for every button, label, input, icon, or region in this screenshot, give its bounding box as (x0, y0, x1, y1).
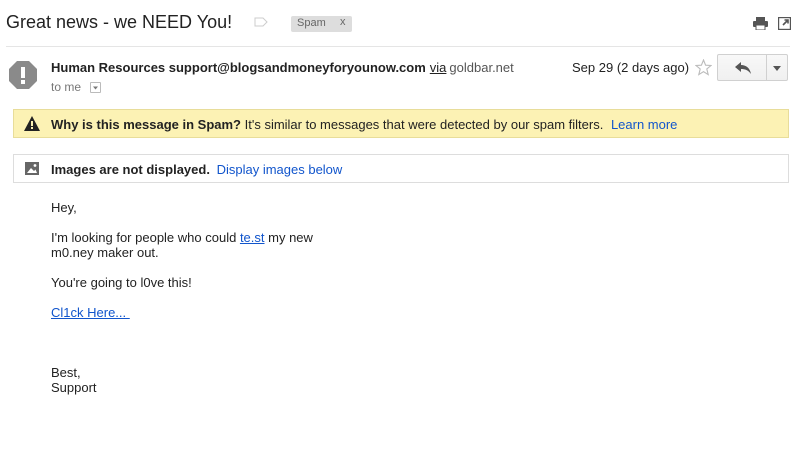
exclamation-avatar-icon (9, 61, 37, 89)
sender-line: Human Resources support@blogsandmoneyfor… (51, 60, 514, 75)
email-subject: Great news - we NEED You! (6, 12, 233, 32)
warning-triangle-icon (24, 116, 40, 131)
body-line-1-end: my new (264, 230, 313, 245)
body-line-1: I'm looking for people who could te.st m… (51, 230, 313, 245)
reply-button-group (717, 54, 788, 81)
reply-button[interactable] (718, 55, 766, 80)
sender-name-email: Human Resources support@blogsandmoneyfor… (51, 60, 426, 75)
sender-domain: goldbar.net (449, 60, 514, 75)
message-date: Sep 29 (2 days ago) (572, 60, 690, 75)
click-here-link[interactable]: Cl1ck Here... (51, 305, 130, 320)
spam-label-chip: Spam x (291, 16, 352, 32)
via-link[interactable]: via (430, 60, 447, 75)
reply-arrow-icon (735, 62, 751, 74)
click-here-link-row: Cl1ck Here... (51, 305, 130, 320)
show-details-button[interactable] (90, 82, 101, 93)
star-icon[interactable] (695, 59, 712, 76)
spam-reason: It's similar to messages that were detec… (244, 117, 604, 132)
subject-row: Great news - we NEED You! Spam x (0, 0, 802, 46)
images-heading: Images are not displayed. (51, 162, 210, 177)
images-hidden-banner: Images are not displayed. Display images… (13, 154, 789, 183)
label-outline-icon[interactable] (254, 17, 268, 27)
body-line-2: m0.ney maker out. (51, 245, 159, 260)
test-link[interactable]: te.st (240, 230, 265, 245)
body-signoff: Best, (51, 365, 81, 380)
body-greeting: Hey, (51, 200, 77, 215)
remove-label-button[interactable]: x (340, 16, 346, 28)
image-icon (25, 162, 39, 175)
spam-warning-banner: Why is this message in Spam? It's simila… (13, 109, 789, 138)
spam-explanation: Why is this message in Spam? It's simila… (51, 117, 677, 132)
learn-more-link[interactable]: Learn more (611, 117, 677, 132)
chevron-down-icon (773, 66, 781, 71)
recipient-line: to me (51, 80, 82, 94)
printer-icon[interactable] (753, 17, 768, 30)
open-in-new-window-icon[interactable] (778, 17, 791, 30)
body-line-1-start: I'm looking for people who could (51, 230, 240, 245)
spam-label-text: Spam (297, 17, 326, 29)
images-notice: Images are not displayed. Display images… (51, 162, 342, 177)
more-actions-button[interactable] (767, 55, 787, 80)
display-images-link[interactable]: Display images below (217, 162, 343, 177)
header-divider (6, 46, 790, 47)
body-line-3: You're going to l0ve this! (51, 275, 192, 290)
body-signature: Support (51, 380, 97, 395)
spam-heading: Why is this message in Spam? (51, 117, 241, 132)
chevron-down-icon (93, 86, 98, 90)
